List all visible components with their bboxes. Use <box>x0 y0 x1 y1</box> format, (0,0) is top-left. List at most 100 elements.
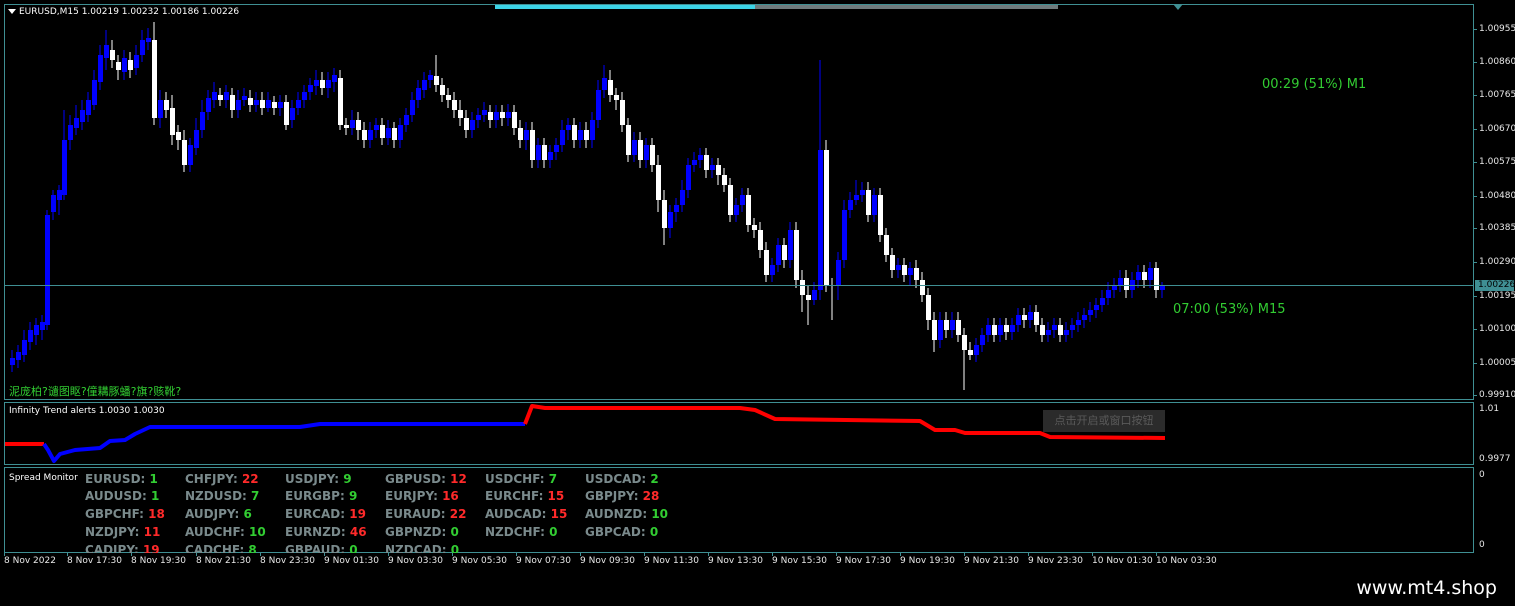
spread-pair: NZDCAD: 0 <box>385 543 459 553</box>
spread-pair-name: EURGBP: <box>285 489 345 503</box>
price-axis-tick <box>1474 95 1477 96</box>
candle-body <box>80 110 85 122</box>
candle-body <box>626 125 631 155</box>
candle-body <box>644 145 649 160</box>
candle-body <box>608 80 613 95</box>
candle-body <box>692 160 697 165</box>
candle-body <box>410 100 415 115</box>
spread-axis-label: 0 <box>1479 470 1485 480</box>
time-axis-label: 10 Nov 03:30 <box>1156 556 1217 566</box>
spread-pair-value: 1 <box>146 489 160 503</box>
spread-pair-name: CHFJPY: <box>185 472 238 486</box>
time-axis-tick <box>67 553 68 556</box>
candle-body <box>200 112 205 130</box>
price-axis-tick <box>1474 62 1477 63</box>
spread-pair-value: 8 <box>244 543 257 553</box>
candle-body <box>746 195 751 225</box>
candle-body <box>806 295 811 300</box>
candle-body <box>710 165 715 170</box>
price-axis-label: 1.00480 <box>1479 191 1515 201</box>
candle-body <box>308 85 313 92</box>
candle-body <box>302 92 307 100</box>
candle-body <box>494 112 499 120</box>
candle-body <box>770 265 775 275</box>
candle-body <box>1034 312 1039 325</box>
candle-body <box>728 185 733 215</box>
spread-pair-value: 10 <box>647 507 669 521</box>
price-axis-tick <box>1474 196 1477 197</box>
price-axis-label: 1.00860 <box>1479 57 1515 67</box>
spread-pair-value: 15 <box>543 489 565 503</box>
candle-body <box>800 280 805 295</box>
candle-body <box>122 58 127 72</box>
candle-body <box>62 140 67 195</box>
candle-body <box>848 200 853 210</box>
spread-pair-name: GBPJPY: <box>585 489 639 503</box>
candle-body <box>92 80 97 105</box>
candle-body <box>824 150 829 285</box>
candle-body <box>1016 315 1021 325</box>
candle-body <box>662 200 667 228</box>
time-axis-label: 8 Nov 23:30 <box>260 556 315 566</box>
time-axis-label: 8 Nov 17:30 <box>67 556 122 566</box>
spread-pair: GBPCHF: 18 <box>85 507 165 521</box>
candle-body <box>596 90 601 120</box>
spread-pair: EURJPY: 16 <box>385 489 459 503</box>
time-axis-tick <box>900 553 901 556</box>
chart-symbol-title[interactable]: EURUSD,M15 1.00219 1.00232 1.00186 1.002… <box>8 7 239 17</box>
candle-body <box>866 190 871 215</box>
chart-comment-text: 泥庞柏?谴图眍?僮耩豚蟠?旗?赅靴? <box>9 385 182 398</box>
spread-pair-name: USDJPY: <box>285 472 340 486</box>
time-axis-tick <box>324 553 325 556</box>
candle-body <box>902 265 907 275</box>
price-axis-label: 0.99910 <box>1479 390 1515 400</box>
candle-body <box>686 165 691 190</box>
time-axis-label: 9 Nov 13:30 <box>708 556 763 566</box>
time-axis-tick <box>708 553 709 556</box>
candle-body <box>86 100 91 115</box>
spread-pair-name: EURUSD: <box>85 472 146 486</box>
spread-pair: EURCHF: 15 <box>485 489 564 503</box>
candle-body <box>1106 290 1111 298</box>
spread-pair: USDCAD: 2 <box>585 472 659 486</box>
candle-body <box>98 55 103 82</box>
spread-pair-name: EURAUD: <box>385 507 446 521</box>
candle-body <box>572 125 577 140</box>
time-axis-label: 9 Nov 11:30 <box>644 556 699 566</box>
candle-body <box>344 125 349 128</box>
time-axis-label: 9 Nov 21:30 <box>964 556 1019 566</box>
candle-body <box>1082 315 1087 320</box>
candle-body <box>1088 310 1093 315</box>
candle-body <box>1010 325 1015 332</box>
candle-body <box>716 165 721 175</box>
candle-body <box>128 60 133 70</box>
spread-pair: GBPCAD: 0 <box>585 525 658 539</box>
candle-body <box>656 165 661 200</box>
spread-pair-name: AUDCHF: <box>185 525 245 539</box>
dropdown-icon[interactable] <box>8 9 16 14</box>
indicator-window-button[interactable]: 点击开启或窗口按钮 <box>1043 410 1165 432</box>
candle-body <box>668 212 673 228</box>
price-axis-tick <box>1474 129 1477 130</box>
current-price-line <box>5 285 1474 286</box>
time-axis-label: 8 Nov 19:30 <box>131 556 186 566</box>
time-axis-label: 9 Nov 01:30 <box>324 556 379 566</box>
time-axis-tick <box>260 553 261 556</box>
candle-body <box>1028 312 1033 320</box>
candle-body <box>836 260 841 285</box>
candle-body <box>10 358 15 365</box>
candle-body <box>284 102 289 125</box>
candle-body <box>314 80 319 86</box>
spread-pair-name: CADJPY: <box>85 543 139 553</box>
candle-body <box>1046 330 1051 335</box>
candle-body <box>632 140 637 155</box>
candle-body <box>320 80 325 88</box>
candle-body <box>650 145 655 165</box>
spread-pair: NZDJPY: 11 <box>85 525 160 539</box>
time-axis-tick <box>580 553 581 556</box>
candle-body <box>998 325 1003 335</box>
spread-pair-name: GBPUSD: <box>385 472 446 486</box>
candle-body <box>332 75 337 82</box>
candle-body <box>986 325 991 335</box>
spread-pair: USDJPY: 9 <box>285 472 352 486</box>
